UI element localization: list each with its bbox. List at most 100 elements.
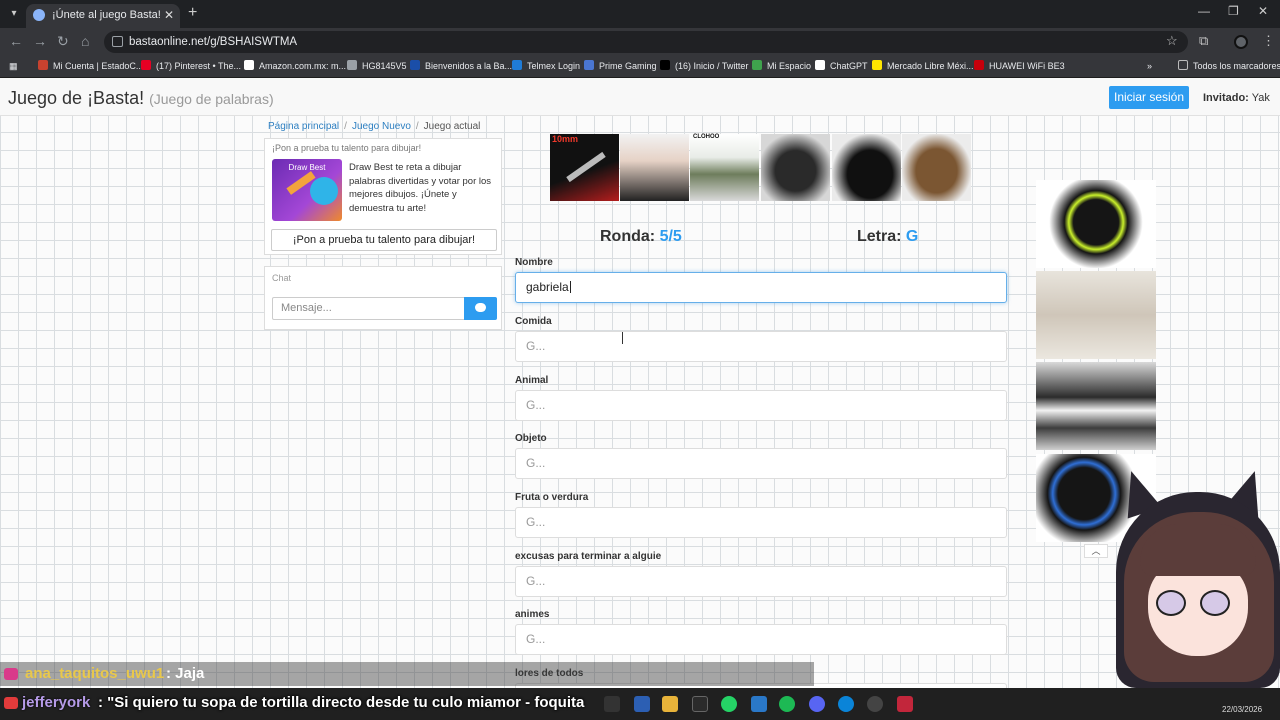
field-input-nombre[interactable]: gabriela <box>515 272 1007 303</box>
side-ad-gloves-yellow[interactable] <box>1036 180 1156 268</box>
bookmark-item[interactable]: Mi Espacio <box>752 60 811 73</box>
bookmark-favicon-icon <box>660 60 670 70</box>
site-info-icon[interactable] <box>112 36 123 47</box>
chat-send-button[interactable] <box>464 297 497 320</box>
bookmark-item[interactable]: Prime Gaming <box>584 60 657 73</box>
minimize-button[interactable]: — <box>1198 4 1210 18</box>
bookmark-label: Mi Cuenta | EstadoC... <box>53 61 144 71</box>
ad-sandals[interactable] <box>902 134 971 201</box>
field-input-animes[interactable]: G... <box>515 624 1007 655</box>
maximize-button[interactable]: ❐ <box>1228 4 1239 18</box>
chat-username: ana_taquitos_uwu1 <box>25 665 165 682</box>
breadcrumb-separator: / <box>415 121 419 132</box>
bookmark-item[interactable]: HG8145V5 <box>347 60 407 73</box>
all-bookmarks[interactable]: Todos los marcadores <box>1178 60 1280 73</box>
field-input-excusas[interactable]: G... <box>515 566 1007 597</box>
extensions-icon[interactable]: ⧉ <box>1199 34 1208 48</box>
obs-icon[interactable] <box>867 696 883 712</box>
tab-search-icon[interactable]: ▾ <box>6 6 22 22</box>
taskbar-date: 22/03/2026 <box>1222 705 1263 714</box>
field-value-nombre: gabriela <box>526 280 569 294</box>
bookmark-item[interactable]: (16) Inicio / Twitter <box>660 60 748 73</box>
site-subtitle: (Juego de palabras) <box>149 91 274 107</box>
field-input-objeto[interactable]: G... <box>515 448 1007 479</box>
draw-best-image[interactable]: Draw Best <box>272 159 342 221</box>
browser-menu-icon[interactable]: ⋮ <box>1262 34 1275 48</box>
bookmark-label: Telmex Login <box>527 61 581 71</box>
browser-tab-bar: ▾ ¡Únete al juego Basta! ✕ + — ❐ ✕ <box>0 0 1280 28</box>
text-cursor-icon <box>622 332 625 344</box>
reload-icon[interactable]: ↻ <box>57 33 69 49</box>
bookmark-item[interactable]: Mercado Libre Méxi... <box>872 60 974 73</box>
ad-shoes-green[interactable]: CLOHOO <box>690 134 759 201</box>
field-input-comida[interactable]: G... <box>515 331 1007 362</box>
ad-costume[interactable] <box>620 134 689 201</box>
bookmark-favicon-icon <box>141 60 151 70</box>
bookmark-star-icon[interactable]: ☆ <box>1166 34 1178 48</box>
profile-avatar[interactable] <box>1234 35 1248 49</box>
draw-best-promo: ¡Pon a prueba tu talento para dibujar! D… <box>264 138 502 255</box>
bookmark-item[interactable]: Mi Cuenta | EstadoC... <box>38 60 143 73</box>
all-bookmarks-label: Todos los marcadores <box>1193 61 1280 71</box>
apps-icon[interactable]: ▦ <box>9 60 18 73</box>
field-label-nombre: Nombre <box>515 257 553 268</box>
avatar-glasses-left <box>1156 590 1186 616</box>
chat-username: jefferyork <box>22 694 91 711</box>
bookmark-favicon-icon <box>410 60 420 70</box>
file-explorer-icon[interactable] <box>662 696 678 712</box>
guest-name: Yak <box>1251 92 1270 104</box>
home-icon[interactable]: ⌂ <box>81 33 89 49</box>
round-label: Ronda: <box>600 228 656 245</box>
bookmark-favicon-icon <box>512 60 522 70</box>
login-button[interactable]: Iniciar sesión <box>1109 86 1189 109</box>
bookmark-item[interactable]: (17) Pinterest • The... <box>141 60 241 73</box>
bookmark-item[interactable]: Telmex Login <box>512 60 580 73</box>
editor-icon[interactable] <box>751 696 767 712</box>
ad-caption: 10mm <box>552 134 579 144</box>
spotify-icon[interactable] <box>779 696 795 712</box>
chat-message-input[interactable]: Mensaje... <box>272 297 465 320</box>
forward-icon[interactable]: → <box>33 33 47 49</box>
bookmark-favicon-icon <box>815 60 825 70</box>
field-input-animal[interactable]: G... <box>515 390 1007 421</box>
widget-icon[interactable] <box>604 696 620 712</box>
letter-label: Letra: <box>857 228 902 245</box>
back-icon[interactable]: ← <box>9 33 23 49</box>
bookmark-item[interactable]: HUAWEI WiFi BE3 <box>974 60 1065 73</box>
side-ad-blouse[interactable] <box>1036 271 1156 359</box>
browser-tab[interactable]: ¡Únete al juego Basta! ✕ <box>26 4 180 28</box>
page-title[interactable]: Juego de ¡Basta! (Juego de palabras) <box>8 88 274 109</box>
bookmark-item[interactable]: Bienvenidos a la Ba... <box>410 60 512 73</box>
ad-wrench[interactable]: 10mm <box>550 134 619 201</box>
bookmarks-overflow[interactable]: » <box>1147 60 1152 73</box>
breadcrumb-current: Juego actual <box>423 121 481 132</box>
close-window-button[interactable]: ✕ <box>1258 4 1268 18</box>
field-input-fruta[interactable]: G... <box>515 507 1007 538</box>
chat-message-text: : Jaja <box>166 665 205 682</box>
ad-tools-kit[interactable] <box>761 134 830 201</box>
close-tab-icon[interactable]: ✕ <box>164 4 174 26</box>
new-tab-button[interactable]: + <box>188 4 197 22</box>
breadcrumb-new-game[interactable]: Juego Nuevo <box>352 121 411 132</box>
text-caret <box>569 281 571 293</box>
side-ad-jacket[interactable] <box>1036 362 1156 450</box>
favicon-icon <box>33 9 45 21</box>
terminal-icon[interactable] <box>692 696 708 712</box>
bookmark-item[interactable]: Amazon.com.mx: m... <box>244 60 346 73</box>
breadcrumb-home[interactable]: Página principal <box>268 121 339 132</box>
promo-button[interactable]: ¡Pon a prueba tu talento para dibujar! <box>271 229 497 251</box>
app-red-icon[interactable] <box>897 696 913 712</box>
avatar-bangs <box>1140 524 1256 576</box>
whatsapp-icon[interactable] <box>721 696 737 712</box>
ad-shoes-black[interactable] <box>832 134 901 201</box>
bookmark-item[interactable]: ChatGPT <box>815 60 868 73</box>
draw-best-image-label: Draw Best <box>288 163 326 172</box>
bookmark-favicon-icon <box>244 60 254 70</box>
discord-icon[interactable] <box>809 696 825 712</box>
field-label-fruta: Fruta o verdura <box>515 492 589 503</box>
bookmark-label: (16) Inicio / Twitter <box>675 61 749 71</box>
edge-icon[interactable] <box>838 696 854 712</box>
address-bar[interactable]: bastaonline.net/g/BSHAISWTMA <box>104 31 1188 53</box>
stream-chat-message: jefferyork : "Si quiero tu sopa de torti… <box>0 692 600 716</box>
app-icon[interactable] <box>634 696 650 712</box>
